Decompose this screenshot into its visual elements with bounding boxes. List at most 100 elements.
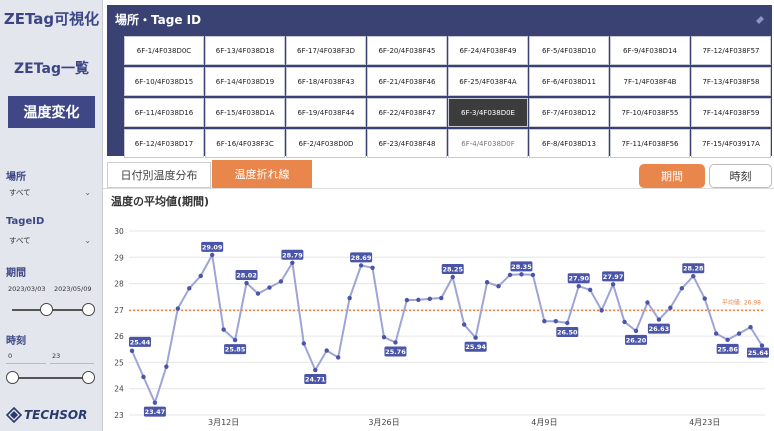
period-end-date[interactable]: 2023/05/09: [54, 285, 91, 293]
tag-cell[interactable]: 6F-7/4F038D12: [529, 98, 609, 127]
tag-cell[interactable]: 6F-6/4F038D11: [529, 67, 609, 96]
tag-cell[interactable]: 6F-17/4F038F3D: [286, 36, 366, 65]
tag-cell[interactable]: 6F-5/4F038D10: [529, 36, 609, 65]
tag-cell[interactable]: 6F-8/4F038D13: [529, 129, 609, 158]
data-point: [507, 272, 513, 278]
location-select[interactable]: すべて ⌄: [6, 184, 94, 200]
period-button[interactable]: 期間: [639, 164, 705, 188]
data-point: [358, 263, 364, 268]
hour-end-input[interactable]: 23: [50, 352, 94, 364]
tag-cell[interactable]: 6F-19/4F038F44: [286, 98, 366, 127]
tag-cell[interactable]: 6F-9/4F038D14: [610, 36, 690, 65]
y-tick-label: 28: [114, 280, 124, 289]
nav-temperature-change[interactable]: 温度変化: [8, 96, 95, 128]
period-slider-start-handle[interactable]: [40, 303, 53, 316]
tagid-select[interactable]: すべて ⌄: [6, 232, 94, 248]
app-root: { "sidebar": { "app_title": "ZETag可視化", …: [0, 0, 774, 431]
data-point: [209, 252, 215, 258]
tag-cell[interactable]: 6F-23/4F038F48: [367, 129, 447, 158]
data-label: 27.97: [603, 273, 624, 281]
tag-cell[interactable]: 6F-21/4F038F46: [367, 67, 447, 96]
data-point: [748, 325, 753, 330]
x-tick-label: 4月23日: [689, 418, 720, 427]
nav-zetag-list[interactable]: ZETag一覧: [0, 58, 103, 78]
data-point: [290, 260, 295, 266]
time-slider-start-handle[interactable]: [6, 371, 19, 384]
data-point: [347, 295, 352, 301]
tag-cell[interactable]: 6F-16/4F038F3C: [205, 129, 285, 158]
tab-date-distribution[interactable]: 日付別温度分布: [107, 162, 211, 188]
tag-cell[interactable]: 7F-10/4F038F55: [610, 98, 690, 127]
data-point: [221, 327, 226, 332]
data-point: [736, 331, 742, 336]
tag-cell[interactable]: 6F-10/4F038D15: [124, 67, 204, 96]
data-point: [496, 284, 501, 289]
tag-cell[interactable]: 7F-11/4F038F56: [610, 129, 690, 158]
data-point: [313, 367, 318, 373]
data-point: [565, 320, 570, 326]
tag-cell[interactable]: 6F-15/4F038D1A: [205, 98, 285, 127]
data-point: [473, 335, 478, 340]
tag-cell[interactable]: 6F-13/4F038D18: [205, 36, 285, 65]
data-point: [324, 348, 329, 353]
y-tick-label: 27: [114, 306, 124, 315]
tag-cell[interactable]: 6F-24/4F038F49: [448, 36, 528, 65]
tag-cell[interactable]: 6F-11/4F038D16: [124, 98, 204, 127]
tag-cell[interactable]: 6F-14/4F038D19: [205, 67, 285, 96]
data-point: [335, 355, 341, 360]
data-point: [370, 265, 375, 270]
logo-mark-icon: [6, 407, 22, 423]
tag-cell[interactable]: 6F-1/4F038D0C: [124, 36, 204, 65]
data-label: 25.76: [385, 348, 406, 356]
time-button[interactable]: 時刻: [709, 164, 772, 188]
period-start-date[interactable]: 2023/03/03: [8, 285, 45, 293]
data-point: [152, 400, 158, 405]
x-tick-label: 3月26日: [368, 418, 399, 427]
hour-start-input[interactable]: 0: [6, 352, 46, 364]
tag-cell[interactable]: 6F-25/4F038F4A: [448, 67, 528, 96]
data-point: [301, 341, 307, 346]
data-point: [519, 272, 524, 277]
tag-cell[interactable]: 7F-1/4F038F4B: [610, 67, 690, 96]
time-slider-track: [12, 377, 88, 379]
data-point: [622, 319, 627, 325]
tag-cell[interactable]: 7F-13/4F038F58: [691, 67, 771, 96]
data-point: [198, 273, 203, 279]
data-point: [668, 305, 673, 310]
data-point: [255, 291, 261, 296]
tag-cell[interactable]: 7F-14/4F038F59: [691, 98, 771, 127]
data-point: [439, 295, 444, 301]
techsor-logo: TECHSOR: [6, 405, 98, 425]
data-label: 24.71: [305, 376, 326, 384]
data-point: [679, 286, 685, 291]
tag-cell[interactable]: 6F-2/4F038D0D: [286, 129, 366, 158]
y-tick-label: 24: [114, 385, 124, 394]
logo-text: TECHSOR: [24, 408, 88, 422]
data-point: [450, 274, 455, 280]
data-point: [599, 308, 604, 313]
tag-cell[interactable]: 6F-4/4F038D0F: [448, 129, 528, 158]
data-point: [278, 279, 284, 284]
data-point: [129, 348, 135, 354]
data-point: [713, 331, 719, 336]
tag-cell[interactable]: 6F-3/4F038D0E: [448, 98, 528, 127]
tag-cell[interactable]: 6F-18/4F038F43: [286, 67, 366, 96]
tag-grid: 6F-1/4F038D0C 6F-13/4F038D18 6F-17/4F038F3…: [124, 36, 771, 158]
data-point: [416, 297, 421, 303]
tag-panel-title: 場所・Tage ID: [115, 13, 202, 27]
time-slider-end-handle[interactable]: [82, 371, 95, 384]
tag-cell[interactable]: 6F-12/4F038D17: [124, 129, 204, 158]
tag-cell[interactable]: 6F-22/4F038F47: [367, 98, 447, 127]
data-label: 28.79: [282, 251, 303, 259]
data-point: [393, 340, 398, 345]
x-tick-label: 4月9日: [531, 418, 557, 427]
eraser-icon[interactable]: [754, 13, 766, 25]
app-title: ZETag可視化: [3, 10, 100, 28]
tab-temperature-line[interactable]: 温度折れ線: [212, 160, 312, 188]
data-label: 26.50: [557, 329, 578, 337]
period-slider-end-handle[interactable]: [82, 303, 95, 316]
data-point: [633, 328, 639, 334]
tag-cell[interactable]: 7F-15/4F03917A: [691, 129, 771, 158]
tag-cell[interactable]: 7F-12/4F038F57: [691, 36, 771, 65]
tag-cell[interactable]: 6F-20/4F038F45: [367, 36, 447, 65]
